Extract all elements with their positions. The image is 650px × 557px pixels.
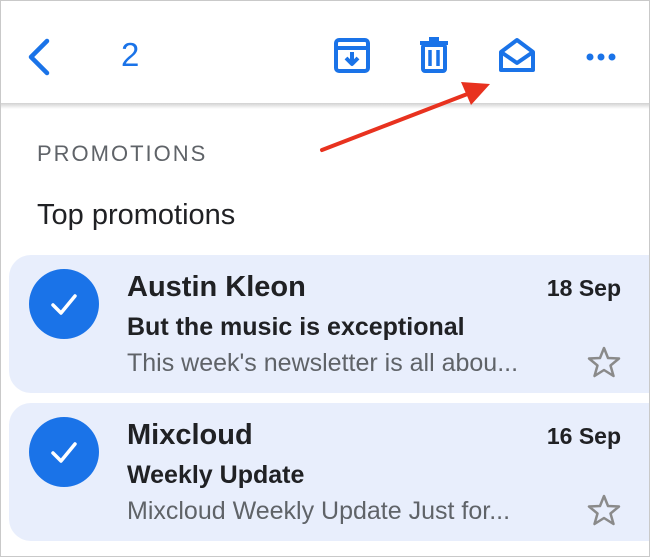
app-frame: 2 PROMOTIONS Top promotions Austin Kleon… — [0, 0, 650, 557]
email-date: 16 Sep — [546, 423, 621, 449]
more-horizontal-icon — [586, 53, 616, 61]
more-options-button[interactable] — [581, 35, 621, 75]
archive-icon — [334, 38, 370, 73]
chevron-left-icon — [28, 38, 50, 76]
email-sender: Mixcloud — [127, 419, 253, 451]
toolbar-shadow — [1, 103, 649, 109]
star-button[interactable] — [587, 345, 621, 379]
selection-toolbar: 2 — [1, 1, 649, 105]
archive-button[interactable] — [332, 35, 372, 75]
trash-icon — [420, 37, 448, 73]
section-subheading: Top promotions — [37, 199, 236, 231]
email-subject: Weekly Update — [127, 461, 305, 489]
selected-checkmark[interactable] — [29, 417, 99, 487]
back-button[interactable] — [23, 37, 57, 77]
selected-checkmark[interactable] — [29, 269, 99, 339]
check-icon — [51, 442, 77, 463]
delete-button[interactable] — [414, 35, 454, 75]
email-row[interactable]: Austin Kleon 18 Sep But the music is exc… — [9, 255, 649, 393]
envelope-open-icon — [499, 38, 535, 72]
check-icon — [51, 294, 77, 315]
selected-count: 2 — [121, 36, 140, 73]
star-outline-icon — [587, 494, 621, 526]
star-outline-icon — [587, 346, 621, 378]
star-button[interactable] — [587, 493, 621, 527]
mark-as-read-button[interactable] — [497, 35, 537, 75]
email-snippet: Mixcloud Weekly Update Just for... — [127, 497, 511, 525]
email-date: 18 Sep — [546, 275, 621, 301]
email-snippet: This week's newsletter is all abou... — [127, 349, 519, 377]
email-sender: Austin Kleon — [127, 271, 306, 303]
section-label: PROMOTIONS — [37, 141, 208, 166]
email-row[interactable]: Mixcloud 16 Sep Weekly Update Mixcloud W… — [9, 403, 649, 541]
email-subject: But the music is exceptional — [127, 313, 465, 341]
